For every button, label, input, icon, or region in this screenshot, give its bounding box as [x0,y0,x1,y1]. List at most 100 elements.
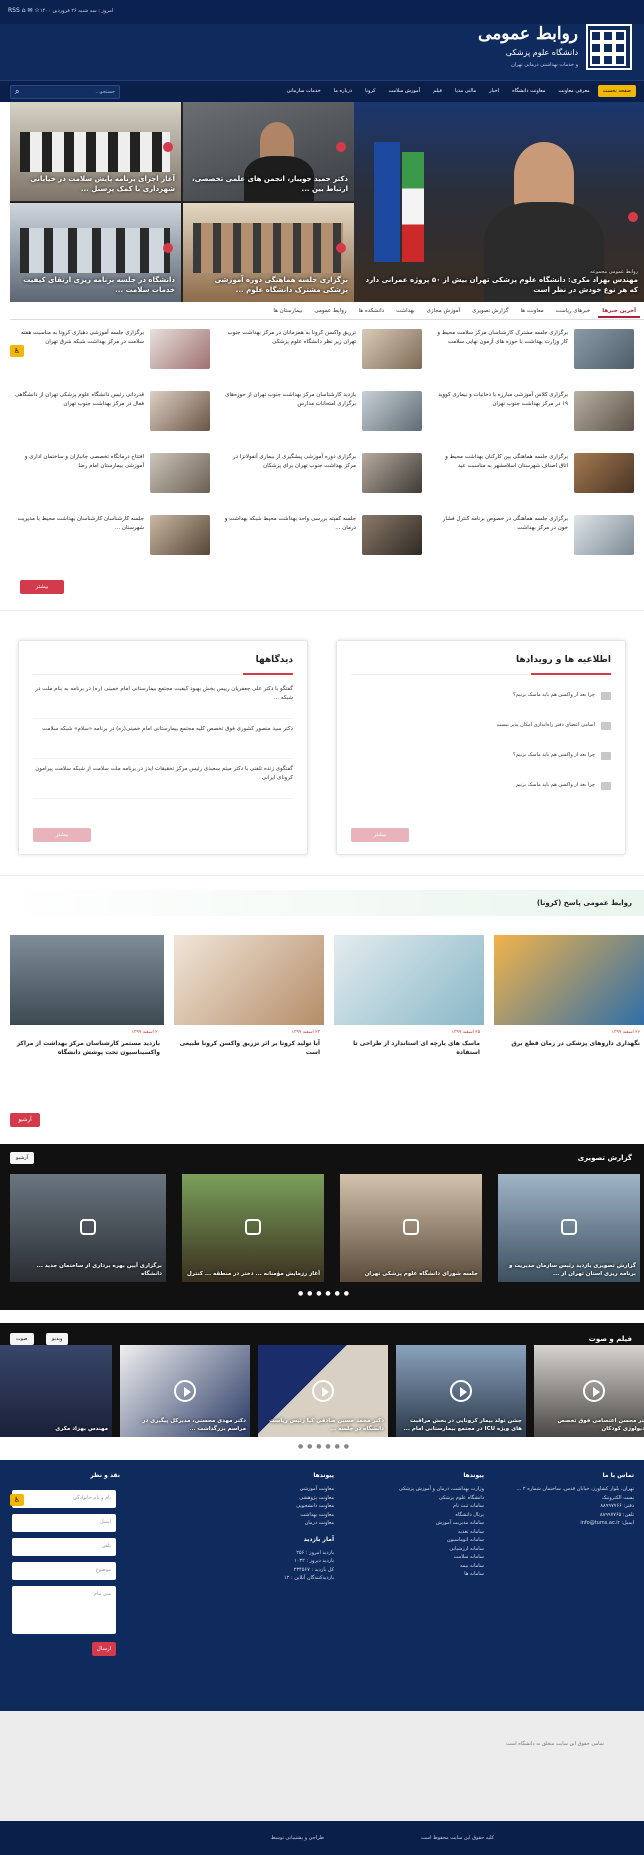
tab-virtual-education[interactable]: آموزش مجازی [423,306,465,318]
comment-item[interactable]: گفتگوی زنده تلفنی با دکتر میثم سعیدی رئی… [33,765,293,799]
tab-hospitals[interactable]: بیمارستان ها [269,306,306,318]
media-audio-button[interactable]: صوت [10,1333,34,1345]
nav-item-deputy[interactable]: معاونت دانشگاه [507,85,550,97]
tab-deputies[interactable]: معاونت ها [516,306,547,318]
nav-item-film[interactable]: فیلم [428,85,447,97]
comment-item[interactable]: دکتر سید منصور کشوری فوق تخصص کلیه مجتمع… [33,725,293,759]
hero-cell-4-caption: دانشگاه در جلسه برنامه ریزی ارتقای کیفیت… [23,276,175,295]
gallery-item[interactable]: جلسه شورای دانشگاه علوم پزشکی تهران [340,1174,482,1282]
footer-link[interactable]: معاونت دانشجویی [214,1502,334,1511]
nav-item-home[interactable]: صفحه نخست [597,85,636,97]
news-more-button[interactable]: بیشتر [20,580,64,594]
media-pagination[interactable]: ● ● ● ● ● ● [298,1443,350,1450]
news-item[interactable]: قدردانی رئیس دانشگاه علوم پزشکی تهران از… [10,387,210,439]
message-textarea[interactable]: متن پیام [12,1586,116,1634]
hero-main-slide[interactable]: روابط عمومی مجموعه مهندس بهزاد مکری: دان… [354,102,644,302]
comment-item[interactable]: گفتگو با دکتر علی جعفریان رییس بخش بهبود… [33,685,293,719]
news-item[interactable]: افتتاح درمانگاه تخصصی جانبازان و ساختمان… [10,449,210,501]
events-more-button[interactable]: بیشتر [351,828,409,842]
corona-card[interactable]: ۲۶ اسفند ۱۳۹۹ نگهداری داروهای پزشکی در ز… [494,935,644,1075]
footer-link[interactable]: سامانه ثبت نام [354,1502,484,1511]
event-item[interactable]: چرا بعد از واکسن هم باید ماسک بزنیم؟ [351,749,611,771]
gallery-item[interactable]: گزارش تصویری بازدید رئیس سازمان مدیریت و… [498,1174,640,1282]
media-item[interactable]: دکتر محسن اعتصامی فوق تخصص رادیولوژی کود… [534,1345,644,1437]
corona-card[interactable]: ۲۳ اسفند ۱۳۹۹ آیا تولید کرونا بر اثر تزر… [174,935,324,1075]
nav-item-health[interactable]: آموزش سلامت [384,85,426,97]
news-item[interactable]: تزریق واکسن کرونا به همزمانان در مرکز به… [222,325,422,377]
media-item[interactable]: جشن تولد بیمار کرونایی در بخش مراقبت های… [396,1345,526,1437]
footer-link[interactable]: سامانه ارزشیابی [354,1545,484,1554]
nav-item-corona[interactable]: کرونا [360,85,380,97]
gallery-pagination[interactable]: ● ● ● ● ● ● [298,1290,350,1297]
nav-item-about-us[interactable]: درباره ما [329,85,357,97]
media-item[interactable]: دکتر محمد حسین صادقی کیا رئیس ریاست دانش… [258,1345,388,1437]
footer-link[interactable]: پرتال دانشگاه [354,1511,484,1520]
footer-contact-line[interactable]: ایمیل: info@tums.ac.ir [504,1519,634,1528]
site-logo[interactable]: روابط عمومی دانشگاه علوم پزشکی و خدمات ب… [478,22,632,78]
hero-cell-4[interactable]: دانشگاه در جلسه برنامه ریزی ارتقای کیفیت… [10,203,181,302]
search-icon[interactable]: ⌕ [15,87,19,97]
news-item[interactable]: جلسه کمیته بررسی واحد بهداشت محیط شبکه ب… [222,511,422,563]
footer-contact-line[interactable]: پست الکترونیک [504,1494,634,1503]
news-item[interactable]: برگزاری جلسه هماهنگی در خصوص برنامه کنتر… [434,511,634,563]
gallery-item[interactable]: آغاز رزمایش مؤمنانه ... دختر در منطقه ..… [182,1174,324,1282]
news-item[interactable]: برگزاری کلاس آموزشی مبارزه با دخانیات و … [434,387,634,439]
news-item[interactable]: برگزاری جلسه مشترک کارشناسان مرکز سلامت … [434,325,634,377]
name-field[interactable]: نام و نام خانوادگی [12,1490,116,1508]
subject-field[interactable]: موضوع [12,1562,116,1580]
footer-link[interactable]: معاونت آموزشی [214,1485,334,1494]
footer-link[interactable]: معاونت درمان [214,1519,334,1528]
event-item[interactable]: چرا بعد از واکسن هم باید ماسک بزنیم [351,779,611,801]
event-item[interactable]: چرا بعد از واکسن هم باید ماسک بزنیم؟ [351,689,611,711]
media-item[interactable]: مهندس بهزاد مکری [0,1345,112,1437]
play-icon [174,1379,196,1402]
footer-link[interactable]: معاونت پژوهشی [214,1494,334,1503]
footer-link[interactable]: دانشگاه علوم پزشکی [354,1494,484,1503]
corona-card[interactable]: ۲۰ اسفند ۱۳۹۹ بازدید مستمر کارشناسان مرک… [10,935,164,1075]
tab-latest[interactable]: آخرین خبرها [598,306,640,318]
header-icons[interactable]: RSS ⌂ ✉ ☆ [8,7,40,14]
designer-text[interactable]: طراحی و پشتیبانی توسط [271,1835,324,1841]
accessibility-icon[interactable]: ♿ [10,1494,24,1506]
gallery-archive-button[interactable]: آرشیو [10,1152,35,1164]
nav-item-news[interactable]: اخبار [484,85,504,97]
comments-more-button[interactable]: بیشتر [33,828,91,842]
footer-link[interactable]: وزارت بهداشت، درمان و آموزش پزشکی [354,1485,484,1494]
media-video-button[interactable]: ویدیو [46,1333,69,1345]
tab-faculties[interactable]: دانشکده ها [355,306,389,318]
email-field[interactable]: ایمیل [12,1514,116,1532]
gallery-caption: برگزاری آیین بهره برداری از ساختمان جدید… [36,1262,162,1277]
hero-cell-1[interactable]: دکتر حمید جویبار، انجمن های علمی تخصصی، … [183,102,354,201]
hero-cell-3[interactable]: برگزاری جلسه هماهنگی دوره آموزشی پزشکی م… [183,203,354,302]
event-item[interactable]: اسامی اعضای دفتر راه‌اندازی امکان پذیر ن… [351,719,611,741]
news-item[interactable]: برگزاری جلسه هماهنگی بین کارکنان بهداشت … [434,449,634,501]
corona-archive-button[interactable]: آرشیو [10,1113,40,1127]
footer-link[interactable]: سامانه سلامت [354,1553,484,1562]
tab-public-relations[interactable]: روابط عمومی [310,306,350,318]
tab-presidency[interactable]: خبرهای ریاست [552,306,595,318]
tab-health[interactable]: بهداشت [392,306,419,318]
footer-link[interactable]: معاونت بهداشت [214,1511,334,1520]
corona-card[interactable]: ۲۵ اسفند ۱۳۹۹ ماسک های پارچه ای استاندار… [334,935,484,1075]
phone-field[interactable]: تلفن [12,1538,116,1556]
event-title: چرا بعد از واکسن هم باید ماسک بزنیم؟ [513,692,595,698]
submit-button[interactable]: ارسال [92,1642,116,1656]
footer-link[interactable]: سامانه بیمه [354,1562,484,1571]
media-item[interactable]: دکتر مهدی محسنی، مدیرکل پیگیری در مراسم … [120,1345,250,1437]
events-panel: اطلاعیه ها و رویدادها چرا بعد از واکسن ه… [336,640,626,855]
news-item[interactable]: برگزاری جلسه آموزشی دهیاری کرونا به مناس… [10,325,210,377]
footer-link[interactable]: سامانه ها [354,1570,484,1579]
nav-item-about[interactable]: معرفی معاونت [553,85,594,97]
footer-link[interactable]: سامانه اتوماسیون [354,1536,484,1545]
tab-photo-report[interactable]: گزارش تصویری [468,306,512,318]
footer-link[interactable]: سامانه مدیریت آموزش [354,1519,484,1528]
news-item[interactable]: بازدید کارشناسان مرکز بهداشت جنوب تهران … [222,387,422,439]
news-item[interactable]: جلسه کارشناسان کارشناسان بهداشت محیط با … [10,511,210,563]
gallery-item[interactable]: برگزاری آیین بهره برداری از ساختمان جدید… [10,1174,166,1282]
news-item[interactable]: برگزاری دوره آموزشی پیشگیری از بیماری آن… [222,449,422,501]
search-input[interactable]: جستجو... ⌕ [10,85,120,99]
footer-link[interactable]: سامانه تغذیه [354,1528,484,1537]
nav-item-services[interactable]: خدمات سازمانی [282,85,326,97]
hero-cell-2[interactable]: آغاز اجرای برنامه پایش سلامت در خیابانی … [10,102,181,201]
nav-item-multimedia[interactable]: مالتی مدیا [450,85,481,97]
